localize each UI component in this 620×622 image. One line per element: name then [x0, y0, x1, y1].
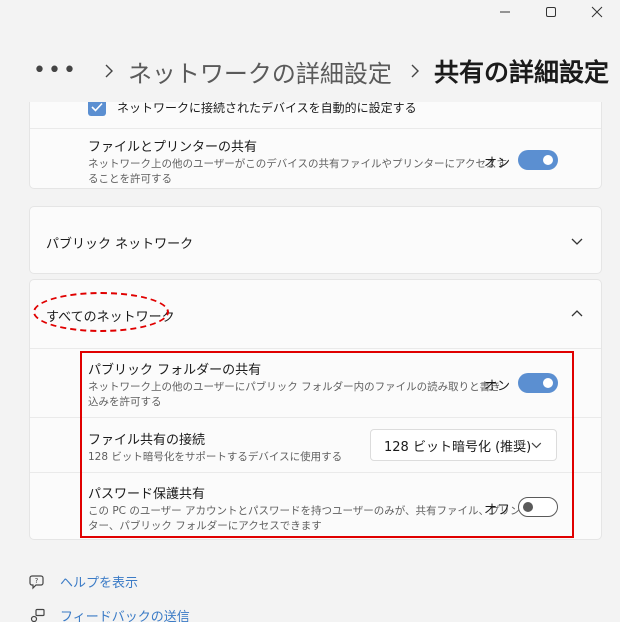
- breadcrumb-previous-link[interactable]: ネットワークの詳細設定: [128, 54, 392, 89]
- page-title: 共有の詳細設定: [433, 58, 609, 87]
- file-sharing-connections-title: ファイル共有の接続: [88, 433, 206, 448]
- file-printer-sharing-desc-line1: ネットワーク上の他のユーザーがこのデバイスの共有ファイルやプリンターにアクセスす: [88, 158, 507, 170]
- public-folder-sharing-row: パブリック フォルダーの共有 ネットワーク上の他のユーザーにパブリック フォルダ…: [88, 359, 501, 410]
- all-networks-header[interactable]: すべてのネットワーク: [30, 280, 601, 348]
- divider: [30, 417, 601, 418]
- breadcrumb: ••• ネットワークの詳細設定 共有の詳細設定: [33, 54, 609, 88]
- chevron-right-icon: [104, 64, 114, 78]
- help-link-row[interactable]: ? ヘルプを表示: [29, 572, 138, 591]
- feedback-icon: [30, 608, 45, 622]
- public-folder-sharing-title: パブリック フォルダーの共有: [88, 363, 262, 378]
- close-icon: [591, 6, 603, 18]
- checkmark-icon: [91, 102, 103, 112]
- password-protected-sharing-state: オフ: [484, 503, 511, 518]
- private-network-card: ネットワークに接続されたデバイスを自動的に設定する ファイルとプリンターの共有 …: [29, 102, 602, 189]
- chevron-down-icon: [531, 442, 542, 448]
- encryption-dropdown[interactable]: 128 ビット暗号化 (推奨): [370, 429, 557, 461]
- maximize-button[interactable]: [528, 0, 574, 24]
- close-button[interactable]: [574, 0, 620, 24]
- file-printer-sharing-title: ファイルとプリンターの共有: [88, 140, 258, 155]
- feedback-link-row[interactable]: フィードバックの送信: [29, 606, 190, 622]
- chevron-down-icon: [571, 238, 583, 245]
- file-printer-sharing-desc-line2: ることを許可する: [88, 173, 172, 185]
- chevron-right-icon: [410, 64, 420, 78]
- toggle-knob: [543, 155, 553, 165]
- maximize-icon: [546, 7, 556, 17]
- all-networks-title: すべてのネットワーク: [46, 310, 175, 325]
- help-link[interactable]: ヘルプを表示: [60, 572, 138, 591]
- minimize-button[interactable]: [482, 0, 528, 24]
- divider: [30, 472, 601, 473]
- file-printer-sharing-row: ファイルとプリンターの共有 ネットワーク上の他のユーザーがこのデバイスの共有ファ…: [88, 136, 507, 187]
- toggle-knob: [523, 502, 533, 512]
- public-network-title: パブリック ネットワーク: [46, 237, 194, 252]
- divider: [30, 128, 601, 129]
- password-protected-sharing-row: パスワード保護共有 この PC のユーザー アカウントとパスワードを持つユーザー…: [88, 483, 521, 534]
- all-networks-card: すべてのネットワーク パブリック フォルダーの共有 ネットワーク上の他のユーザー…: [29, 279, 602, 540]
- feedback-link[interactable]: フィードバックの送信: [60, 606, 190, 622]
- settings-content[interactable]: ネットワークに接続されたデバイスを自動的に設定する ファイルとプリンターの共有 …: [0, 102, 620, 622]
- auto-setup-checkbox[interactable]: [88, 102, 106, 116]
- chevron-up-icon: [571, 310, 583, 317]
- help-icon: ?: [29, 574, 44, 589]
- encryption-dropdown-value: 128 ビット暗号化 (推奨): [384, 439, 532, 455]
- public-folder-sharing-desc-line1: ネットワーク上の他のユーザーにパブリック フォルダー内のファイルの読み取りと書き: [88, 381, 501, 393]
- window-controls: [482, 0, 620, 24]
- file-printer-sharing-toggle[interactable]: [518, 150, 558, 170]
- file-sharing-connections-desc: 128 ビット暗号化をサポートするデバイスに使用する: [88, 451, 343, 463]
- public-folder-sharing-state: オン: [484, 379, 511, 394]
- public-folder-sharing-toggle[interactable]: [518, 373, 558, 393]
- minimize-icon: [500, 11, 510, 13]
- breadcrumb-more-button[interactable]: •••: [33, 60, 78, 82]
- file-sharing-connections-row: ファイル共有の接続 128 ビット暗号化をサポートするデバイスに使用する: [88, 429, 342, 465]
- divider: [30, 348, 601, 349]
- public-network-card[interactable]: パブリック ネットワーク: [29, 206, 602, 274]
- public-folder-sharing-desc-line2: 込みを許可する: [88, 396, 162, 408]
- password-protected-sharing-desc-line2: ター、パブリック フォルダーにアクセスできます: [88, 520, 322, 532]
- svg-text:?: ?: [35, 577, 39, 585]
- file-printer-sharing-state: オン: [484, 156, 511, 171]
- password-protected-sharing-toggle[interactable]: [518, 497, 558, 517]
- password-protected-sharing-desc-line1: この PC のユーザー アカウントとパスワードを持つユーザーのみが、共有ファイル…: [88, 505, 521, 517]
- toggle-knob: [543, 378, 553, 388]
- password-protected-sharing-title: パスワード保護共有: [88, 487, 206, 502]
- auto-setup-label: ネットワークに接続されたデバイスを自動的に設定する: [117, 102, 417, 115]
